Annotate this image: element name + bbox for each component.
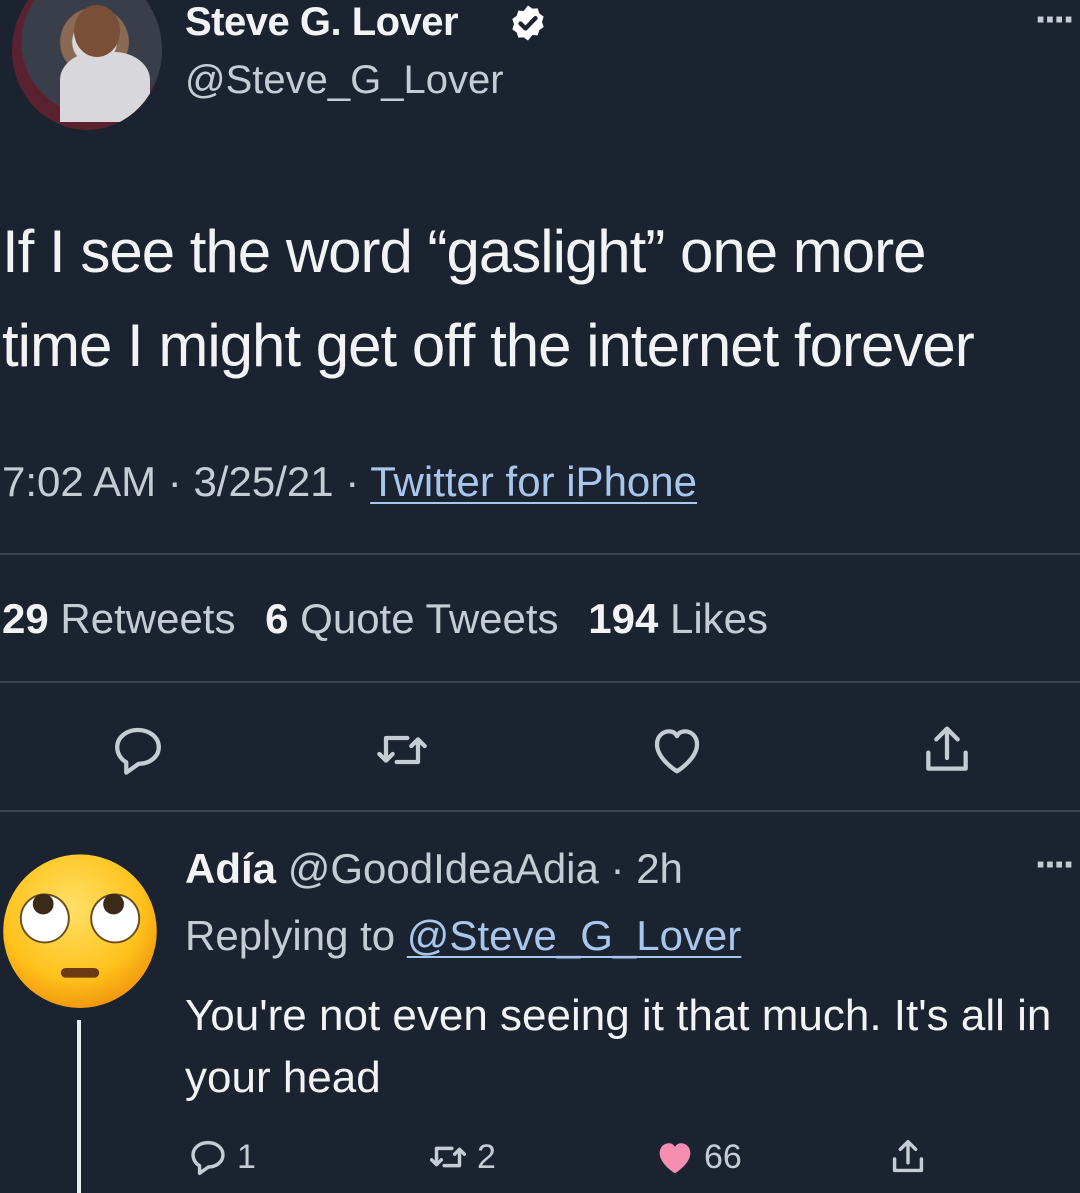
tweet-text: If I see the word “gaslight” one more ti… xyxy=(2,218,975,379)
reply-avatar-eye-roll-emoji[interactable] xyxy=(0,848,160,1008)
tweet-date: 3/25/21 xyxy=(193,458,334,505)
meta-separator: · xyxy=(167,458,182,505)
replying-to-link[interactable]: @Steve_G_Lover xyxy=(407,912,741,959)
tweet-time: 7:02 AM xyxy=(2,458,157,505)
tweet-meta: 7:02 AM · 3/25/21 · Twitter for iPhone xyxy=(2,458,697,506)
reply-like-button[interactable]: 66 xyxy=(652,1133,742,1181)
reply-age: · 2h xyxy=(610,845,683,892)
likes-stat[interactable]: 194 Likes xyxy=(588,595,768,642)
divider xyxy=(0,681,1080,683)
replying-to: Replying to @Steve_G_Lover xyxy=(185,912,741,960)
author-handle[interactable]: @Steve_G_Lover xyxy=(185,58,504,103)
like-heart-icon[interactable] xyxy=(645,718,709,782)
tweet-source-link[interactable]: Twitter for iPhone xyxy=(370,458,697,505)
author-avatar[interactable] xyxy=(12,0,162,130)
meta-separator: · xyxy=(345,458,360,505)
share-icon[interactable] xyxy=(915,718,979,782)
reply-share-button[interactable] xyxy=(885,1133,937,1181)
reply-more-options-icon[interactable]: ···· xyxy=(1035,843,1076,888)
retweets-stat[interactable]: 29 Retweets xyxy=(2,595,235,642)
reply-header: Adía @GoodIdeaAdia · 2h xyxy=(185,845,683,893)
reply-reply-button[interactable]: 1 xyxy=(185,1133,256,1181)
divider xyxy=(0,810,1080,812)
like-count: 66 xyxy=(704,1137,742,1176)
quote-tweets-stat[interactable]: 6 Quote Tweets xyxy=(265,595,558,642)
reply-retweet-button[interactable]: 2 xyxy=(425,1133,496,1181)
reply-icon xyxy=(191,1140,225,1176)
reply-handle[interactable]: @GoodIdeaAdia xyxy=(288,845,599,892)
replying-to-label: Replying to xyxy=(185,912,396,959)
retweet-icon[interactable] xyxy=(370,718,434,782)
divider xyxy=(0,553,1080,555)
thread-line xyxy=(77,1020,81,1193)
reply-icon[interactable] xyxy=(106,718,170,782)
liked-heart-icon xyxy=(659,1143,691,1174)
author-display-name[interactable]: Steve G. Lover xyxy=(185,0,459,45)
retweet-icon xyxy=(429,1146,467,1168)
reply-display-name[interactable]: Adía xyxy=(185,845,276,892)
verified-badge-icon xyxy=(512,5,544,41)
tweet-stats: 29 Retweets 6 Quote Tweets 194 Likes xyxy=(2,595,768,643)
share-icon xyxy=(892,1139,924,1173)
more-options-icon[interactable]: ···· xyxy=(1035,0,1076,43)
reply-count: 1 xyxy=(237,1137,256,1176)
reply-text: You're not even seeing it that much. It'… xyxy=(185,991,1052,1102)
retweet-count: 2 xyxy=(477,1137,496,1176)
